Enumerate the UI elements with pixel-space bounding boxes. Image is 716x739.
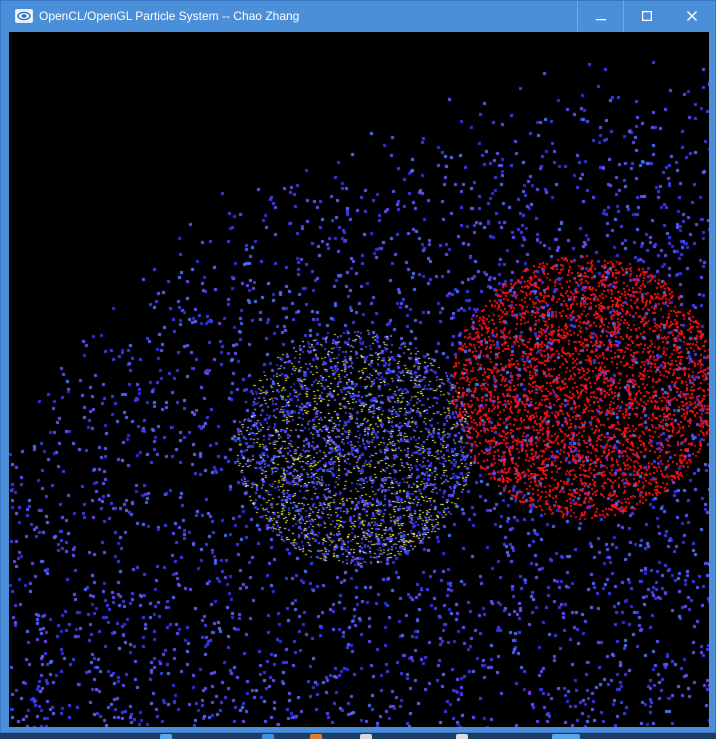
maximize-button[interactable] xyxy=(623,1,669,31)
app-window: OpenCL/OpenGL Particle System -- Chao Zh… xyxy=(0,0,716,733)
taskbar-app-icon[interactable] xyxy=(310,734,322,739)
close-icon xyxy=(687,11,697,21)
taskbar-app-icon[interactable] xyxy=(160,734,172,739)
caption-buttons xyxy=(577,1,715,31)
render-viewport[interactable] xyxy=(9,32,709,727)
taskbar-strip xyxy=(0,733,716,739)
window-title: OpenCL/OpenGL Particle System -- Chao Zh… xyxy=(39,9,300,23)
taskbar-app-icon[interactable] xyxy=(456,734,468,739)
taskbar-app-icon[interactable] xyxy=(552,734,580,739)
taskbar-app-icon[interactable] xyxy=(262,734,274,739)
title-bar[interactable]: OpenCL/OpenGL Particle System -- Chao Zh… xyxy=(1,1,715,31)
minimize-button[interactable] xyxy=(577,1,623,31)
particle-field xyxy=(9,32,709,727)
maximize-icon xyxy=(641,11,652,21)
minimize-icon xyxy=(595,11,606,21)
opengl-app-icon xyxy=(15,9,33,23)
taskbar-app-icon[interactable] xyxy=(360,734,372,739)
close-button[interactable] xyxy=(669,1,715,31)
